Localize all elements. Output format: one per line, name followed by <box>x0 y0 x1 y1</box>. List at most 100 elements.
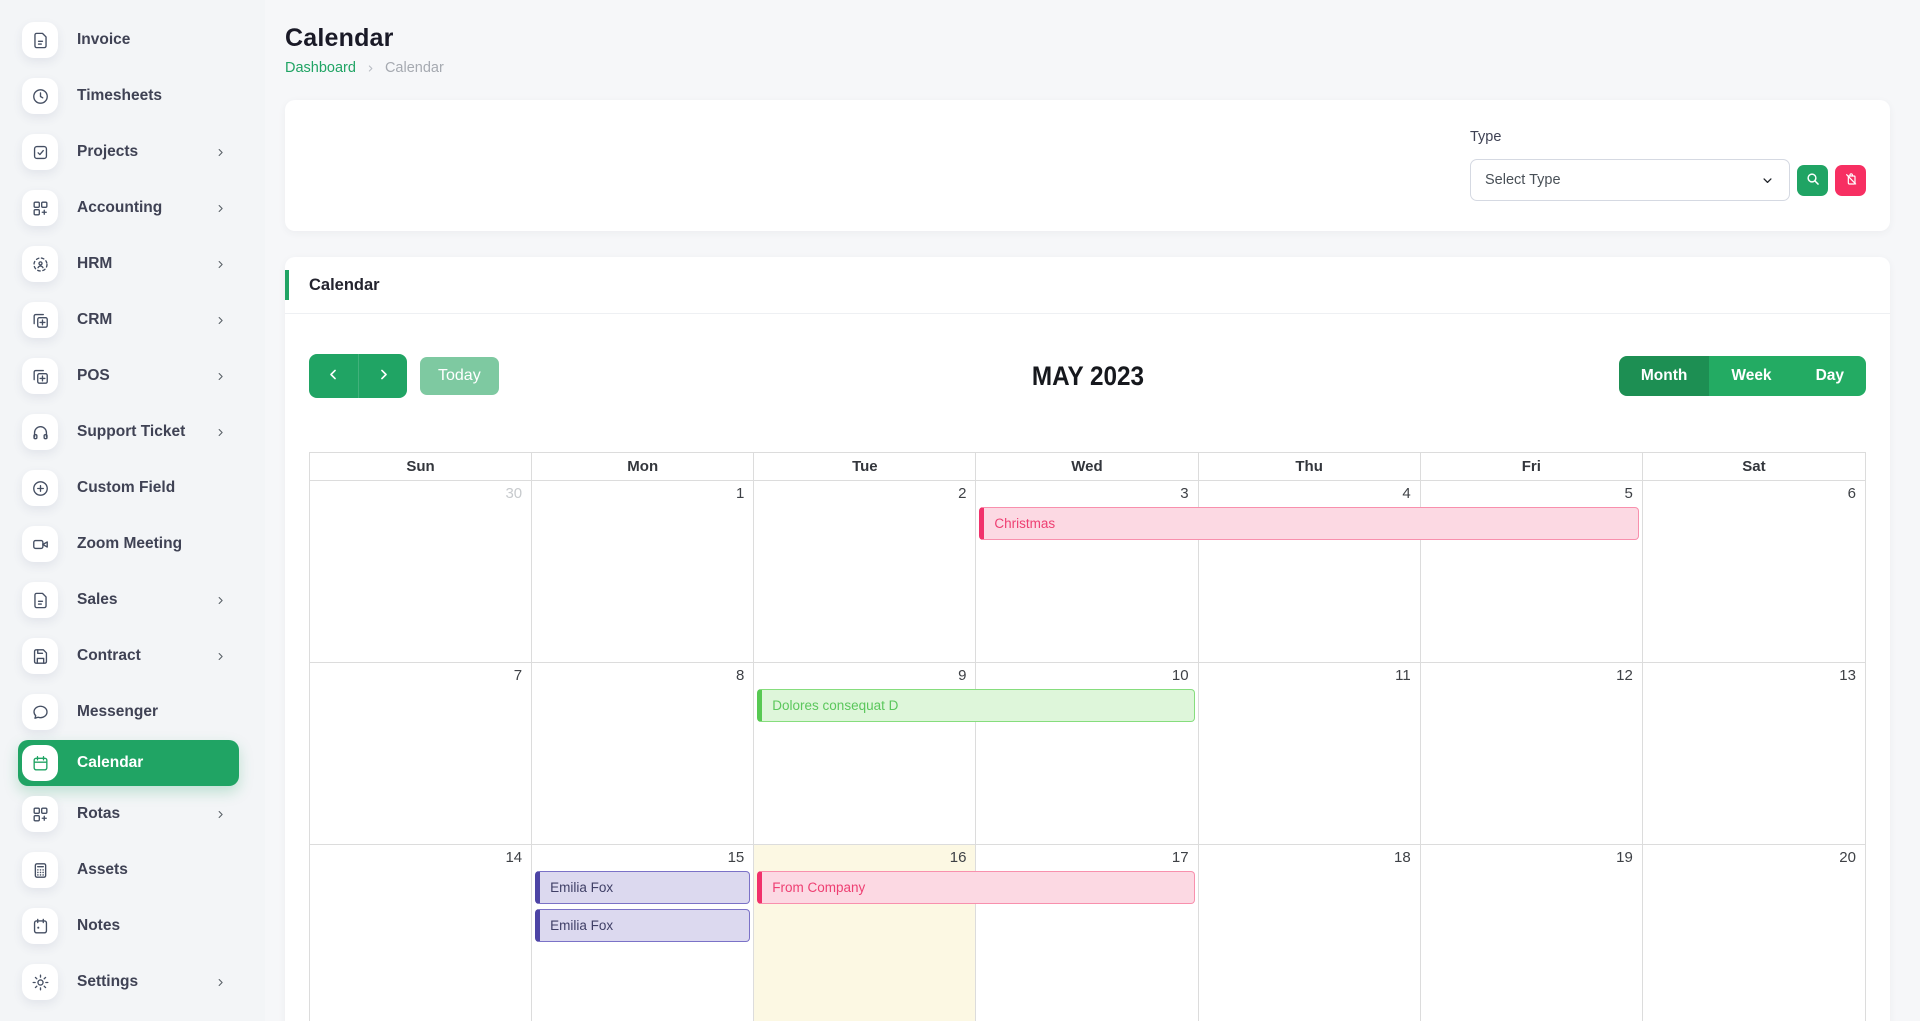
sidebar-item-messenger[interactable]: Messenger <box>18 684 239 740</box>
sidebar-item-sales[interactable]: Sales <box>18 572 239 628</box>
day-number: 13 <box>1839 667 1856 684</box>
day-cell[interactable]: 13 <box>1643 663 1865 844</box>
sidebar-item-label: CRM <box>77 311 112 329</box>
sidebar-item-rotas[interactable]: Rotas <box>18 786 239 842</box>
day-cell[interactable]: 14 <box>310 845 532 1021</box>
sidebar-item-hrm[interactable]: HRM <box>18 236 239 292</box>
sidebar-item-settings[interactable]: Settings <box>18 954 239 1010</box>
save-icon <box>22 638 58 674</box>
chevron-down-icon <box>1760 173 1775 188</box>
sidebar-item-support-ticket[interactable]: Support Ticket <box>18 404 239 460</box>
day-number: 20 <box>1839 849 1856 866</box>
filter-card: Type Select Type <box>285 100 1890 231</box>
day-cell[interactable]: 7 <box>310 663 532 844</box>
sidebar-item-crm[interactable]: CRM <box>18 292 239 348</box>
sidebar-item-zoom-meeting[interactable]: Zoom Meeting <box>18 516 239 572</box>
type-select-value: Select Type <box>1485 172 1561 188</box>
chat-icon <box>22 694 58 730</box>
day-cell[interactable]: 1 <box>532 481 754 662</box>
day-cell[interactable]: 2 <box>754 481 976 662</box>
hrm-icon <box>22 246 58 282</box>
plus-circle-icon <box>22 470 58 506</box>
day-header-thu: Thu <box>1199 453 1421 480</box>
sidebar-item-label: Projects <box>77 143 138 161</box>
search-icon <box>1805 171 1821 190</box>
view-switcher: MonthWeekDay <box>1619 356 1866 396</box>
sidebar-item-label: Support Ticket <box>77 423 185 441</box>
sidebar-item-invoice[interactable]: Invoice <box>18 12 239 68</box>
day-header-row: SunMonTueWedThuFriSat <box>310 453 1865 481</box>
calendar-month-title: MAY 2023 <box>1031 361 1143 392</box>
sidebar-item-label: Sales <box>77 591 118 609</box>
breadcrumb-dashboard-link[interactable]: Dashboard <box>285 60 356 76</box>
breadcrumb-current: Calendar <box>385 60 444 76</box>
sidebar-item-label: Rotas <box>77 805 120 823</box>
sidebar: Invoice Timesheets Projects Accounting HRM CR… <box>0 0 265 1021</box>
sidebar-item-pos[interactable]: POS <box>18 348 239 404</box>
gear-icon <box>22 964 58 1000</box>
sidebar-item-label: Settings <box>77 973 138 991</box>
day-header-mon: Mon <box>532 453 754 480</box>
reset-filter-button[interactable] <box>1835 165 1866 196</box>
sidebar-item-contract[interactable]: Contract <box>18 628 239 684</box>
sidebar-item-timesheets[interactable]: Timesheets <box>18 68 239 124</box>
day-cell[interactable]: 12 <box>1421 663 1643 844</box>
sidebar-item-label: HRM <box>77 255 112 273</box>
sidebar-item-label: Calendar <box>77 754 143 772</box>
day-header-fri: Fri <box>1421 453 1643 480</box>
event-title: Dolores consequat D <box>772 698 898 713</box>
day-number: 4 <box>1402 485 1410 502</box>
day-number: 6 <box>1848 485 1856 502</box>
sidebar-item-accounting[interactable]: Accounting <box>18 180 239 236</box>
day-cell[interactable]: 8 <box>532 663 754 844</box>
calendar-event[interactable]: Emilia Fox <box>535 909 750 942</box>
view-month-button[interactable]: Month <box>1619 356 1709 396</box>
day-cell[interactable]: 19 <box>1421 845 1643 1021</box>
calendar-event[interactable]: From Company <box>757 871 1194 904</box>
day-number: 14 <box>505 849 522 866</box>
view-week-button[interactable]: Week <box>1709 356 1793 396</box>
day-number: 7 <box>514 667 522 684</box>
search-button[interactable] <box>1797 165 1828 196</box>
type-select[interactable]: Select Type <box>1470 159 1790 201</box>
today-button[interactable]: Today <box>420 357 499 395</box>
day-number: 9 <box>958 667 966 684</box>
sidebar-item-label: Accounting <box>77 199 162 217</box>
calendar-event[interactable]: Emilia Fox <box>535 871 750 904</box>
grid-plus-icon <box>22 190 58 226</box>
chevron-right-icon <box>214 258 227 271</box>
chevron-right-icon <box>214 146 227 159</box>
day-cell[interactable]: 11 <box>1199 663 1421 844</box>
sidebar-item-custom-field[interactable]: Custom Field <box>18 460 239 516</box>
day-header-sat: Sat <box>1643 453 1865 480</box>
prev-month-button[interactable] <box>309 354 358 398</box>
note-calendar-icon <box>22 908 58 944</box>
calendar-grid: SunMonTueWedThuFriSat 30123456Christmas7… <box>309 452 1866 1021</box>
sidebar-item-label: Invoice <box>77 31 130 49</box>
app-root: Invoice Timesheets Projects Accounting HRM CR… <box>0 0 1920 1021</box>
view-day-button[interactable]: Day <box>1794 356 1866 396</box>
day-cell[interactable]: 18 <box>1199 845 1421 1021</box>
day-cell[interactable]: 6 <box>1643 481 1865 662</box>
sidebar-item-calendar[interactable]: Calendar <box>18 740 239 786</box>
week-row: 14151617181920Emilia FoxFrom CompanyEmil… <box>310 845 1865 1021</box>
sidebar-item-assets[interactable]: Assets <box>18 842 239 898</box>
calendar-event[interactable]: Dolores consequat D <box>757 689 1194 722</box>
sidebar-item-projects[interactable]: Projects <box>18 124 239 180</box>
sidebar-item-label: Timesheets <box>77 87 162 105</box>
main-content: Calendar Dashboard Calendar Type Select … <box>265 0 1920 1021</box>
day-number: 10 <box>1172 667 1189 684</box>
calendar-event[interactable]: Christmas <box>979 507 1638 540</box>
chevron-right-icon <box>214 426 227 439</box>
chevron-right-icon <box>214 370 227 383</box>
breadcrumb-chevron-icon <box>365 63 376 74</box>
day-header-wed: Wed <box>976 453 1198 480</box>
calendar-nav-group <box>309 354 407 398</box>
chevron-right-icon <box>376 367 391 385</box>
day-cell[interactable]: 20 <box>1643 845 1865 1021</box>
day-cell[interactable]: 30 <box>310 481 532 662</box>
sidebar-item-notes[interactable]: Notes <box>18 898 239 954</box>
page-title: Calendar <box>285 24 1890 53</box>
next-month-button[interactable] <box>358 354 407 398</box>
grid-plus-icon <box>22 796 58 832</box>
